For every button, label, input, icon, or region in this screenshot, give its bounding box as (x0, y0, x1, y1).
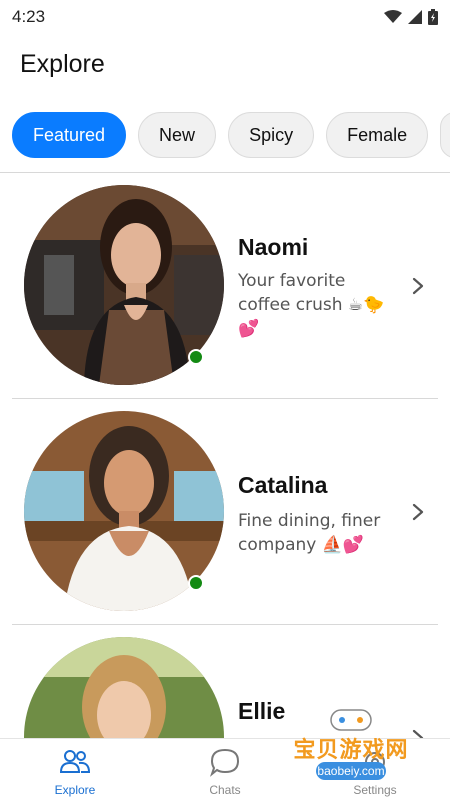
avatar-wrap (24, 637, 224, 738)
online-indicator (188, 575, 204, 591)
avatar-wrap (24, 185, 224, 385)
people-icon (59, 750, 91, 773)
online-indicator (188, 349, 204, 365)
nav-label: Chats (209, 783, 241, 797)
signal-icon (408, 10, 422, 24)
card-name: Ellie (238, 698, 286, 724)
chip-featured[interactable]: Featured (12, 112, 127, 158)
gear-icon (365, 752, 385, 772)
status-icons (384, 9, 438, 25)
bottom-nav: Explore Chats Settings (0, 738, 450, 800)
chevron-right-icon (412, 277, 424, 295)
chip-female[interactable]: Female (326, 112, 429, 158)
filter-chips: Featured New Spicy Female (12, 112, 450, 160)
character-card-naomi[interactable]: Naomi Your favorite coffee crush ☕🐤💕 (0, 172, 450, 398)
chip-more[interactable] (440, 112, 450, 158)
card-description: Your favorite coffee crush ☕🐤💕 (238, 271, 385, 339)
nav-label: Explore (54, 783, 96, 797)
nav-label: Settings (353, 783, 397, 797)
nav-chats[interactable]: Chats (150, 739, 300, 800)
chat-bubble-icon (209, 748, 240, 777)
nav-explore[interactable]: Explore (0, 739, 150, 800)
card-description: Fine dining, finer company ⛵💕 (238, 511, 381, 555)
chip-new[interactable]: New (138, 112, 217, 158)
wifi-icon (384, 10, 402, 23)
chevron-right-icon (412, 729, 424, 738)
chip-spicy[interactable]: Spicy (228, 112, 315, 158)
page-title: Explore (20, 50, 105, 78)
chevron-right-icon (412, 503, 424, 521)
avatar-wrap (24, 411, 224, 611)
status-bar: 4:23 (0, 0, 450, 34)
avatar-image (24, 637, 224, 738)
battery-icon (428, 9, 438, 25)
nav-settings[interactable]: Settings (300, 739, 450, 800)
card-name: Catalina (238, 472, 328, 498)
character-card-ellie[interactable]: Ellie (0, 624, 450, 738)
character-card-catalina[interactable]: Catalina Fine dining, finer company ⛵💕 (0, 398, 450, 624)
card-name: Naomi (238, 234, 309, 260)
status-time: 4:23 (12, 7, 46, 26)
avatar (24, 637, 224, 738)
